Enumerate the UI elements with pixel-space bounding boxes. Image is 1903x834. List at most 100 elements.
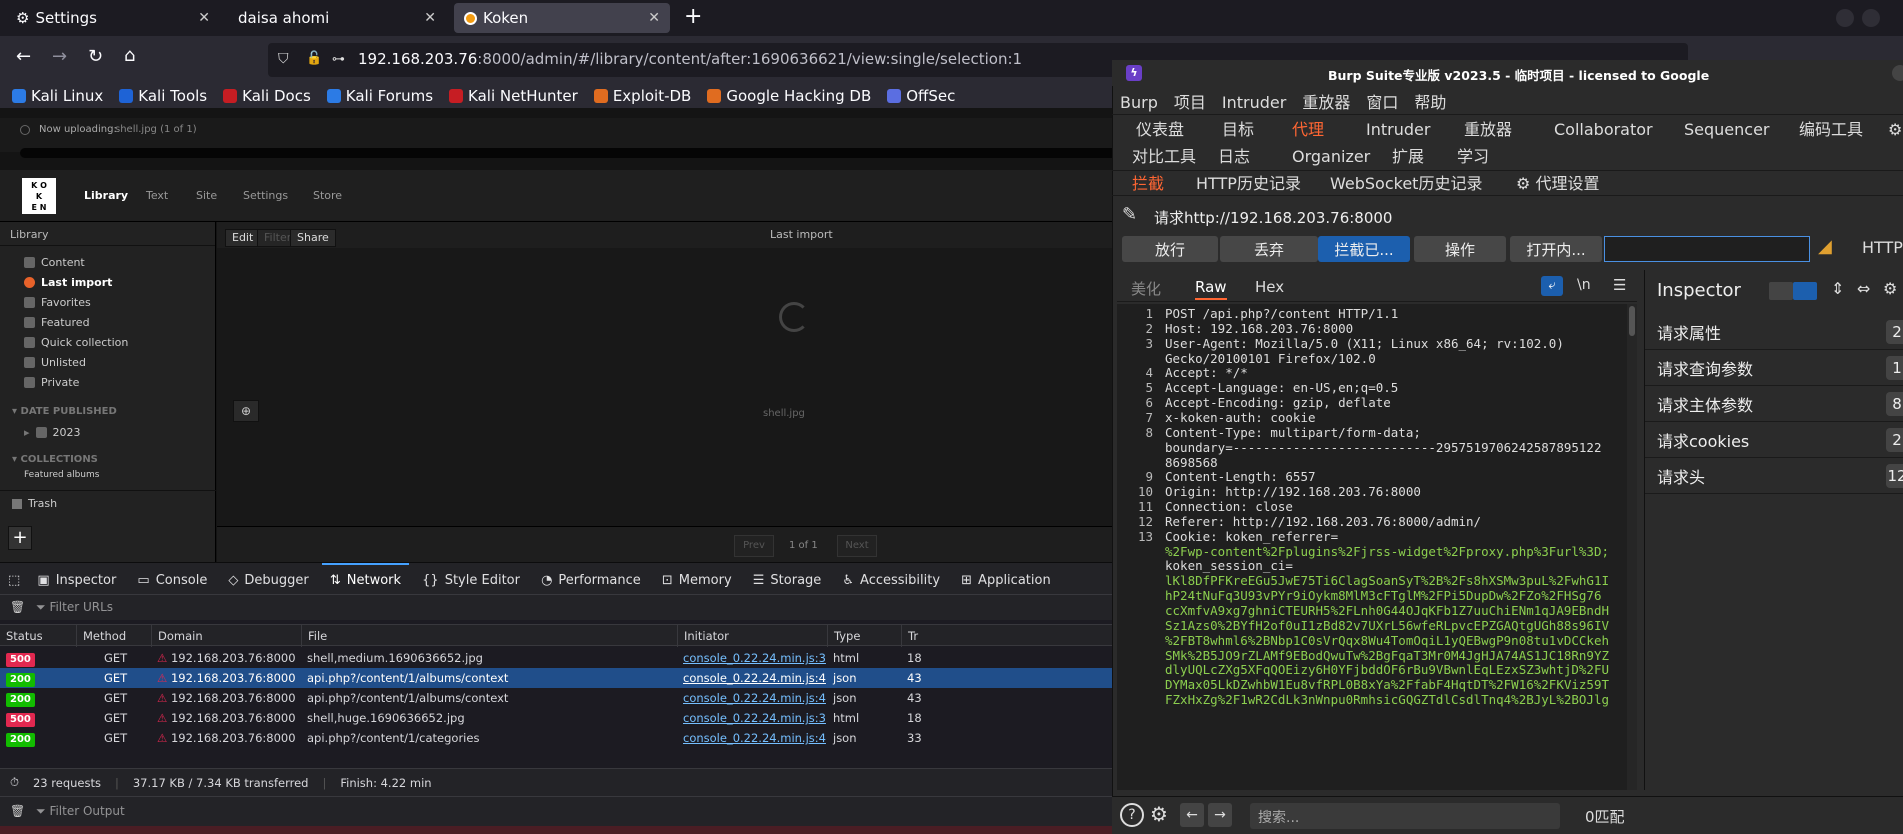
scrollbar-thumb[interactable]: [1629, 306, 1635, 336]
initiator-link[interactable]: console_0.22.24.min.js:4: [683, 691, 826, 705]
next-match-icon[interactable]: →: [1208, 803, 1232, 827]
sidebar-item-private[interactable]: Private: [0, 372, 215, 392]
tab-network[interactable]: ⇅ Network: [321, 563, 410, 595]
collections-section[interactable]: ▾ COLLECTIONS: [0, 448, 215, 470]
trash-icon[interactable]: 🗑: [10, 600, 25, 614]
search-input[interactable]: 搜索...: [1250, 803, 1560, 829]
permissions-icon[interactable]: ⊶: [332, 52, 345, 67]
col-status[interactable]: Status: [0, 625, 43, 647]
inspector-section[interactable]: 请求属性 2: [1645, 314, 1903, 350]
tab-decoder[interactable]: 编码工具: [1799, 117, 1863, 143]
tab-memory[interactable]: ⊡ Memory: [654, 564, 740, 596]
show-newlines-toggle[interactable]: \n: [1577, 277, 1591, 293]
initiator-link[interactable]: console_0.22.24.min.js:4: [683, 671, 826, 685]
pick-element-icon[interactable]: ⬚: [0, 564, 24, 596]
tab-intercept[interactable]: 拦截: [1132, 171, 1164, 197]
tab-dashboard[interactable]: 仪表盘: [1136, 117, 1184, 143]
bookmark-item[interactable]: Exploit-DB: [593, 87, 691, 105]
gear-icon[interactable]: ⚙: [1150, 802, 1168, 826]
bookmark-item[interactable]: Google Hacking DB: [707, 87, 871, 105]
tab-logger[interactable]: 日志: [1218, 144, 1250, 170]
tab-collaborator[interactable]: Collaborator: [1554, 117, 1653, 143]
request-editor[interactable]: 1 POST /api.php?/content HTTP/1.1 2 Host: 1…: [1117, 304, 1637, 790]
lock-insecure-icon[interactable]: 🔓: [306, 51, 322, 66]
table-row[interactable]: 500 GET ⚠ 192.168.203.76:8000 shell,huge.16…: [0, 708, 1117, 728]
menu-window[interactable]: 窗口: [1358, 88, 1406, 114]
date-published-section[interactable]: ▾ DATE PUBLISHED: [0, 400, 215, 422]
collapse-icon[interactable]: ⇔: [1857, 279, 1870, 298]
nav-settings[interactable]: Settings: [243, 189, 288, 202]
tab-koken[interactable]: Koken ✕: [454, 3, 670, 33]
intercept-toggle-button[interactable]: 拦截已...: [1318, 236, 1410, 262]
home-icon[interactable]: ⌂: [124, 45, 135, 66]
help-icon[interactable]: ?: [1120, 803, 1144, 827]
col-domain[interactable]: Domain: [151, 625, 203, 647]
bookmark-item[interactable]: Kali NetHunter: [449, 87, 578, 105]
maximize-button[interactable]: [1862, 9, 1880, 27]
tab-extensions[interactable]: 扩展: [1392, 144, 1424, 170]
tab-proxy[interactable]: 代理: [1292, 117, 1324, 143]
new-tab-button[interactable]: +: [684, 4, 702, 29]
zoom-button[interactable]: ⊕: [233, 400, 259, 422]
close-icon[interactable]: ✕: [648, 10, 660, 26]
action-button[interactable]: 操作: [1414, 236, 1506, 262]
menu-intruder[interactable]: Intruder: [1214, 90, 1294, 116]
col-transferred[interactable]: Tr: [901, 625, 918, 647]
share-button[interactable]: Share: [290, 226, 336, 247]
tab-learn[interactable]: 学习: [1457, 144, 1489, 170]
tab-raw[interactable]: Raw: [1195, 278, 1227, 300]
bookmark-item[interactable]: Kali Linux: [12, 87, 103, 105]
initiator-link[interactable]: console_0.22.24.min.js:3: [683, 651, 826, 665]
col-method[interactable]: Method: [76, 625, 126, 647]
tab-settings[interactable]: ⚙ Settings ✕: [6, 3, 220, 33]
trash-item[interactable]: Trash: [0, 490, 216, 516]
editor-scrollbar[interactable]: [1627, 304, 1637, 790]
table-row[interactable]: 200 GET ⚠ 192.168.203.76:8000 api.php?/cont…: [0, 688, 1117, 708]
sidebar-item-last-import[interactable]: Last import: [0, 272, 215, 292]
nav-store[interactable]: Store: [313, 189, 342, 202]
proxy-settings-tab[interactable]: ⚙ 代理设置: [1516, 171, 1599, 197]
expand-icon[interactable]: ⇕: [1831, 279, 1844, 298]
comment-input[interactable]: [1604, 236, 1810, 262]
open-browser-button[interactable]: 打开内...: [1510, 236, 1602, 262]
inspector-section[interactable]: 请求查询参数 1: [1645, 350, 1903, 386]
tab-performance[interactable]: ◔ Performance: [533, 564, 649, 596]
timer-icon[interactable]: ⏱: [10, 775, 19, 790]
tab-organizer[interactable]: Organizer: [1292, 144, 1370, 170]
inspector-section[interactable]: 请求cookies 2: [1645, 422, 1903, 458]
add-button[interactable]: +: [8, 526, 32, 550]
tab-comparer[interactable]: 对比工具: [1132, 144, 1196, 170]
tab-pretty[interactable]: 美化: [1131, 278, 1161, 299]
menu-help[interactable]: 帮助: [1406, 88, 1454, 114]
nav-text[interactable]: Text: [146, 189, 168, 202]
shield-icon[interactable]: ⛉: [278, 51, 289, 67]
bookmark-item[interactable]: Kali Forums: [326, 87, 433, 105]
url-text[interactable]: 192.168.203.76:8000/admin/#/library/cont…: [358, 50, 1022, 68]
tab-intruder[interactable]: Intruder: [1366, 117, 1430, 143]
tab-http-history[interactable]: HTTP历史记录: [1196, 171, 1301, 197]
close-icon[interactable]: ✕: [424, 10, 436, 26]
tab-application[interactable]: ⊞ Application: [953, 564, 1059, 596]
layout-right-icon[interactable]: [1793, 282, 1817, 300]
prev-button[interactable]: Prev: [734, 535, 774, 557]
table-row[interactable]: 500 GET ⚠ 192.168.203.76:8000 shell,medium.…: [0, 648, 1117, 668]
inspector-section[interactable]: 请求头 12: [1645, 458, 1903, 494]
tab-sequencer[interactable]: Sequencer: [1684, 117, 1770, 143]
bookmark-item[interactable]: OffSec: [887, 87, 955, 105]
tab-target[interactable]: 目标: [1222, 117, 1254, 143]
tab-debugger[interactable]: ◇ Debugger: [220, 564, 316, 596]
nav-site[interactable]: Site: [196, 189, 217, 202]
back-icon[interactable]: ←: [16, 46, 31, 67]
initiator-link[interactable]: console_0.22.24.min.js:3: [683, 711, 826, 725]
col-file[interactable]: File: [301, 625, 327, 647]
layout-left-icon[interactable]: [1769, 282, 1793, 300]
nav-library[interactable]: Library: [84, 189, 128, 202]
trash-icon[interactable]: 🗑: [10, 804, 25, 818]
filter-urls-input[interactable]: ⏷ Filter URLs: [36, 600, 113, 615]
drop-button[interactable]: 丢弃: [1220, 236, 1318, 262]
inspector-section[interactable]: 请求主体参数 8: [1645, 386, 1903, 422]
forward-icon[interactable]: →: [52, 46, 67, 67]
forward-button[interactable]: 放行: [1122, 236, 1218, 262]
year-item[interactable]: ▸ 2023: [0, 422, 215, 442]
sidebar-item-quick-collection[interactable]: Quick collection: [0, 332, 215, 352]
